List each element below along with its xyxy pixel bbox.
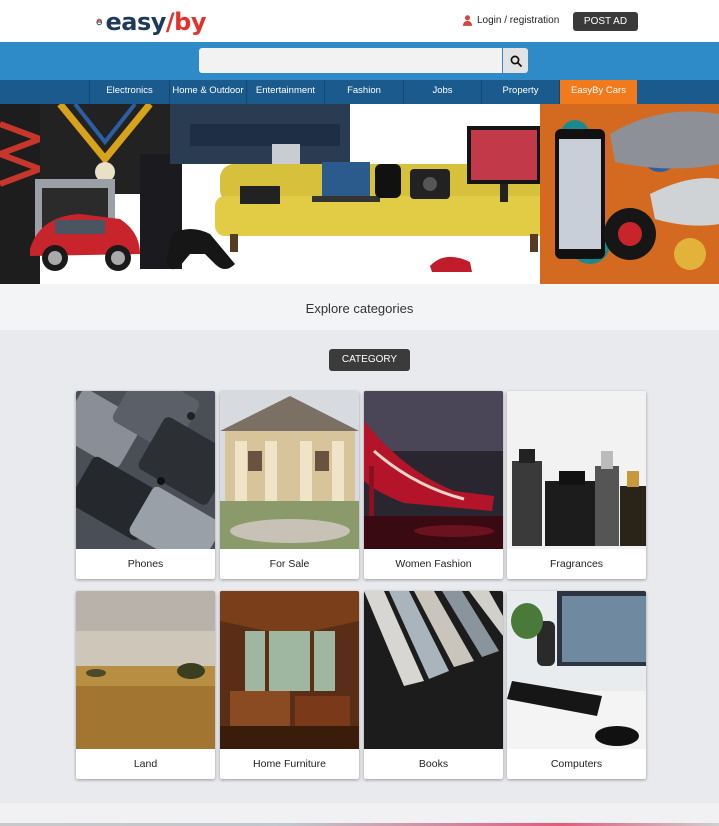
search-input[interactable] bbox=[199, 48, 502, 73]
category-label: Home Furniture bbox=[253, 758, 326, 770]
post-ad-button[interactable]: POST AD bbox=[573, 12, 638, 31]
computers-image bbox=[507, 591, 646, 749]
category-button[interactable]: CATEGORY bbox=[329, 349, 410, 371]
category-label: Fragrances bbox=[549, 558, 604, 570]
category-card-computers[interactable]: Computers bbox=[507, 591, 646, 779]
login-label: Login / registration bbox=[477, 15, 560, 26]
login-registration-link[interactable]: Login / registration bbox=[463, 15, 559, 26]
footer-strip bbox=[0, 803, 719, 826]
search-band bbox=[0, 42, 719, 80]
category-card-fragrances[interactable]: Fragrances bbox=[507, 391, 646, 579]
search-button[interactable] bbox=[503, 48, 528, 73]
category-label: Computers bbox=[550, 758, 603, 770]
books-image bbox=[364, 591, 503, 749]
nav-item-fashion[interactable]: Fashion bbox=[324, 80, 403, 104]
hero-banner[interactable] bbox=[0, 104, 719, 284]
search-icon bbox=[510, 55, 522, 67]
hero-banner-image bbox=[0, 104, 719, 284]
top-bar: easy/by Login / registration POST AD bbox=[0, 0, 719, 42]
nav-item-jobs[interactable]: Jobs bbox=[403, 80, 481, 104]
logo-wordmark: easy/by bbox=[105, 8, 207, 36]
category-label: For Sale bbox=[269, 558, 310, 570]
easyby-logo[interactable]: easy/by bbox=[96, 6, 207, 38]
category-card-women-fashion[interactable]: Women Fashion bbox=[364, 391, 503, 579]
logo-mark-icon bbox=[96, 18, 102, 26]
category-label: Women Fashion bbox=[395, 558, 472, 570]
category-card-home-furniture[interactable]: Home Furniture bbox=[220, 591, 359, 779]
women-fashion-image bbox=[364, 391, 503, 549]
nav-item-electronics[interactable]: Electronics bbox=[89, 80, 169, 104]
for-sale-image bbox=[220, 391, 359, 549]
category-label: Books bbox=[418, 758, 449, 770]
nav-item-entertainment[interactable]: Entertainment bbox=[246, 80, 324, 104]
home-furniture-image bbox=[220, 591, 359, 749]
category-card-land[interactable]: Land bbox=[76, 591, 215, 779]
nav-item-property[interactable]: Property bbox=[481, 80, 560, 104]
land-image bbox=[76, 591, 215, 749]
category-card-for-sale[interactable]: For Sale bbox=[220, 391, 359, 579]
user-icon bbox=[463, 15, 472, 26]
nav-item-home-outdoor[interactable]: Home & Outdoor bbox=[169, 80, 246, 104]
nav-item-easyby-cars[interactable]: EasyBy Cars bbox=[560, 80, 637, 104]
explore-categories-title: Explore categories bbox=[0, 284, 719, 330]
category-nav-bar: Electronics Home & Outdoor Entertainment… bbox=[0, 80, 719, 104]
category-card-phones[interactable]: Phones bbox=[76, 391, 215, 579]
phones-image bbox=[76, 391, 215, 549]
category-card-books[interactable]: Books bbox=[364, 591, 503, 779]
category-label: Phones bbox=[127, 558, 164, 570]
category-label: Land bbox=[133, 758, 158, 770]
fragrances-image bbox=[507, 391, 646, 549]
